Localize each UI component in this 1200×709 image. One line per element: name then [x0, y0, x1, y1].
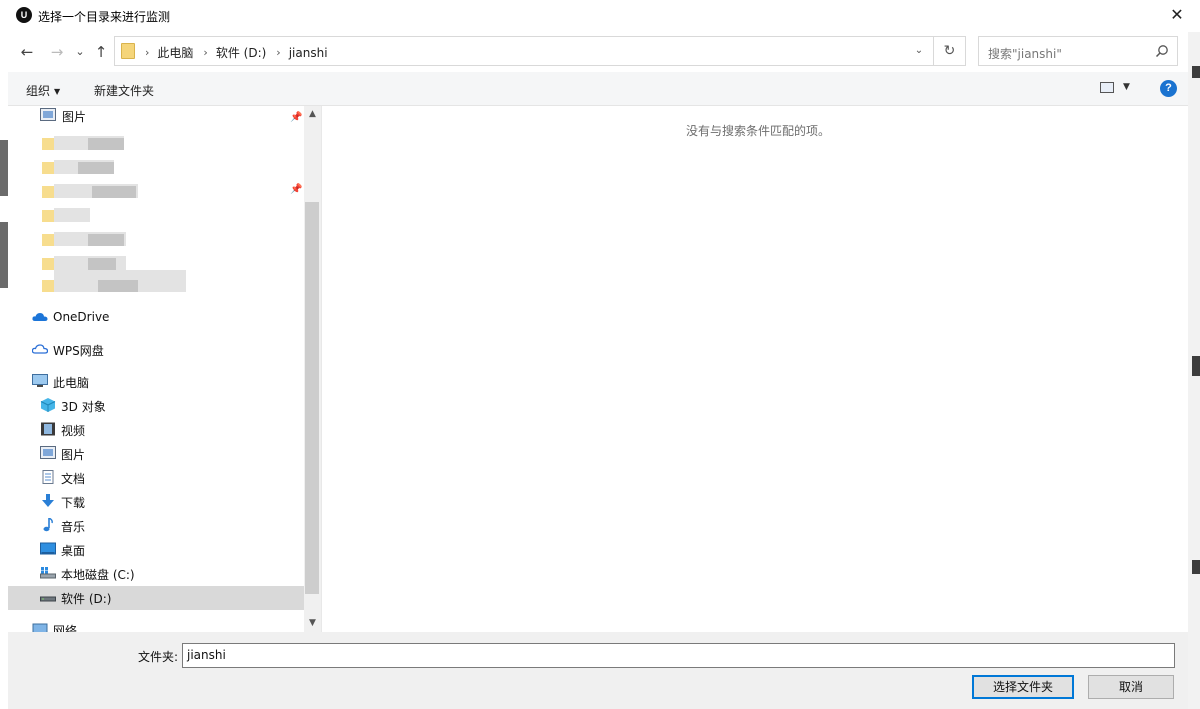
file-list-area[interactable]: 没有与搜索条件匹配的项。: [322, 106, 1178, 632]
sidebar-item-label: OneDrive: [53, 310, 110, 324]
sidebar-item-network[interactable]: 网络: [8, 618, 304, 632]
navigation-pane: 图片 📌 📌 OneDrive WPS网盘 此电脑 3D 对象 视频 图片 文档…: [8, 106, 322, 632]
view-options-chevron-icon[interactable]: ▼: [1123, 82, 1130, 92]
breadcrumb-drive-d[interactable]: 软件 (D:): [216, 44, 266, 61]
sidebar-item-label: 3D 对象: [61, 400, 106, 414]
window-title: 选择一个目录来进行监测: [38, 10, 171, 24]
sidebar-item-videos[interactable]: 视频: [8, 418, 304, 442]
forward-button[interactable]: →: [46, 41, 68, 63]
sidebar-item-desktop[interactable]: 桌面: [8, 538, 304, 562]
download-icon: [42, 494, 54, 507]
3d-objects-icon: [40, 398, 56, 412]
sidebar-item-label: 音乐: [61, 520, 86, 534]
unreal-app-icon: U: [16, 7, 32, 23]
background-window-edge: [1192, 560, 1200, 574]
sidebar-item-drive-c[interactable]: 本地磁盘 (C:): [8, 562, 304, 586]
pictures-icon: [40, 446, 56, 459]
close-button[interactable]: ✕: [1154, 0, 1200, 32]
address-bar[interactable]: › 此电脑 › 软件 (D:) › jianshi ⌄ ↻: [114, 36, 966, 66]
documents-icon: [42, 470, 54, 484]
select-folder-button[interactable]: 选择文件夹: [972, 675, 1074, 699]
pin-icon: 📌: [290, 184, 303, 195]
background-window-edge: [1192, 66, 1200, 78]
navigation-bar: ← → ⌄ ↑ › 此电脑 › 软件 (D:) › jianshi ⌄ ↻ 搜索…: [0, 32, 1200, 72]
network-icon: [32, 623, 48, 632]
refresh-button[interactable]: ↻: [933, 37, 965, 65]
sidebar-item-drive-d[interactable]: 软件 (D:): [8, 586, 304, 610]
sidebar-item-label: 软件 (D:): [61, 592, 112, 606]
search-input[interactable]: 搜索"jianshi": [978, 36, 1178, 66]
sidebar-item-label: 网络: [53, 624, 78, 632]
sidebar-item-label: 文档: [61, 472, 86, 486]
search-placeholder: 搜索"jianshi": [988, 47, 1062, 61]
chevron-down-icon: ▼: [54, 87, 61, 96]
sidebar-item-documents[interactable]: 文档: [8, 466, 304, 490]
folder-label: 文件夹:: [138, 650, 179, 664]
computer-icon: [32, 374, 48, 387]
recent-locations-button[interactable]: ⌄: [69, 41, 91, 63]
organize-menu[interactable]: 组织 ▼: [26, 82, 60, 99]
pin-icon: 📌: [290, 112, 303, 123]
sidebar-item-label: WPS网盘: [53, 344, 104, 358]
up-button[interactable]: ↑: [90, 41, 112, 63]
sidebar-item-pictures[interactable]: 图片: [8, 442, 304, 466]
sidebar-scrollbar[interactable]: ▲ ▼: [304, 106, 321, 632]
sidebar-item-pictures-quick[interactable]: 图片: [8, 106, 304, 128]
folder-name-input[interactable]: jianshi: [182, 643, 1175, 668]
sidebar-item-downloads[interactable]: 下载: [8, 490, 304, 514]
breadcrumb-this-pc[interactable]: 此电脑: [157, 44, 193, 61]
sidebar-item-label: 视频: [61, 424, 86, 438]
breadcrumb: › 此电脑 › 软件 (D:) › jianshi: [141, 44, 334, 61]
breadcrumb-separator[interactable]: ›: [203, 46, 207, 59]
new-folder-button[interactable]: 新建文件夹: [94, 82, 154, 99]
sidebar-item-label: 本地磁盘 (C:): [61, 568, 135, 582]
command-bar: 组织 ▼ 新建文件夹 ▼ ?: [8, 72, 1188, 106]
breadcrumb-separator: ›: [145, 46, 150, 59]
breadcrumb-jianshi[interactable]: jianshi: [289, 46, 328, 60]
sidebar-item-wps-cloud[interactable]: WPS网盘: [8, 338, 304, 362]
pictures-icon: [40, 108, 56, 121]
search-icon[interactable]: [1155, 44, 1169, 58]
organize-label: 组织: [26, 84, 51, 98]
sidebar-item-music[interactable]: 音乐: [8, 514, 304, 538]
background-window-edge: [1192, 356, 1200, 376]
video-icon: [41, 422, 55, 436]
dialog-footer: 文件夹: jianshi 选择文件夹 取消: [8, 632, 1188, 709]
sidebar-item-label: 图片: [61, 448, 86, 462]
back-button[interactable]: ←: [16, 41, 38, 63]
sidebar-item-3d-objects[interactable]: 3D 对象: [8, 394, 304, 418]
sidebar-item-label: 桌面: [61, 544, 86, 558]
help-icon[interactable]: ?: [1160, 80, 1177, 97]
onedrive-cloud-icon: [32, 313, 48, 321]
breadcrumb-separator[interactable]: ›: [276, 46, 280, 59]
sidebar-item-onedrive[interactable]: OneDrive: [8, 306, 304, 330]
scroll-up-arrow-icon[interactable]: ▲: [304, 106, 321, 123]
wps-cloud-icon: [32, 344, 48, 354]
music-icon: [43, 518, 53, 532]
empty-results-message: 没有与搜索条件匹配的项。: [686, 124, 831, 138]
sidebar-item-label: 图片: [62, 110, 87, 124]
desktop-icon: [40, 542, 56, 555]
drive-d-icon: [40, 596, 56, 602]
cancel-button[interactable]: 取消: [1088, 675, 1174, 699]
scrollbar-thumb[interactable]: [305, 202, 319, 594]
folder-icon: [121, 43, 135, 59]
view-mode-icon[interactable]: [1100, 82, 1114, 93]
drive-c-icon: [40, 567, 56, 579]
sidebar-item-label: 此电脑: [53, 376, 90, 390]
sidebar-item-this-pc[interactable]: 此电脑: [8, 370, 304, 394]
scroll-down-arrow-icon[interactable]: ▼: [304, 615, 321, 632]
title-bar: U 选择一个目录来进行监测 ✕: [0, 0, 1200, 32]
address-dropdown-button[interactable]: ⌄: [911, 43, 927, 59]
sidebar-item-label: 下载: [61, 496, 86, 510]
